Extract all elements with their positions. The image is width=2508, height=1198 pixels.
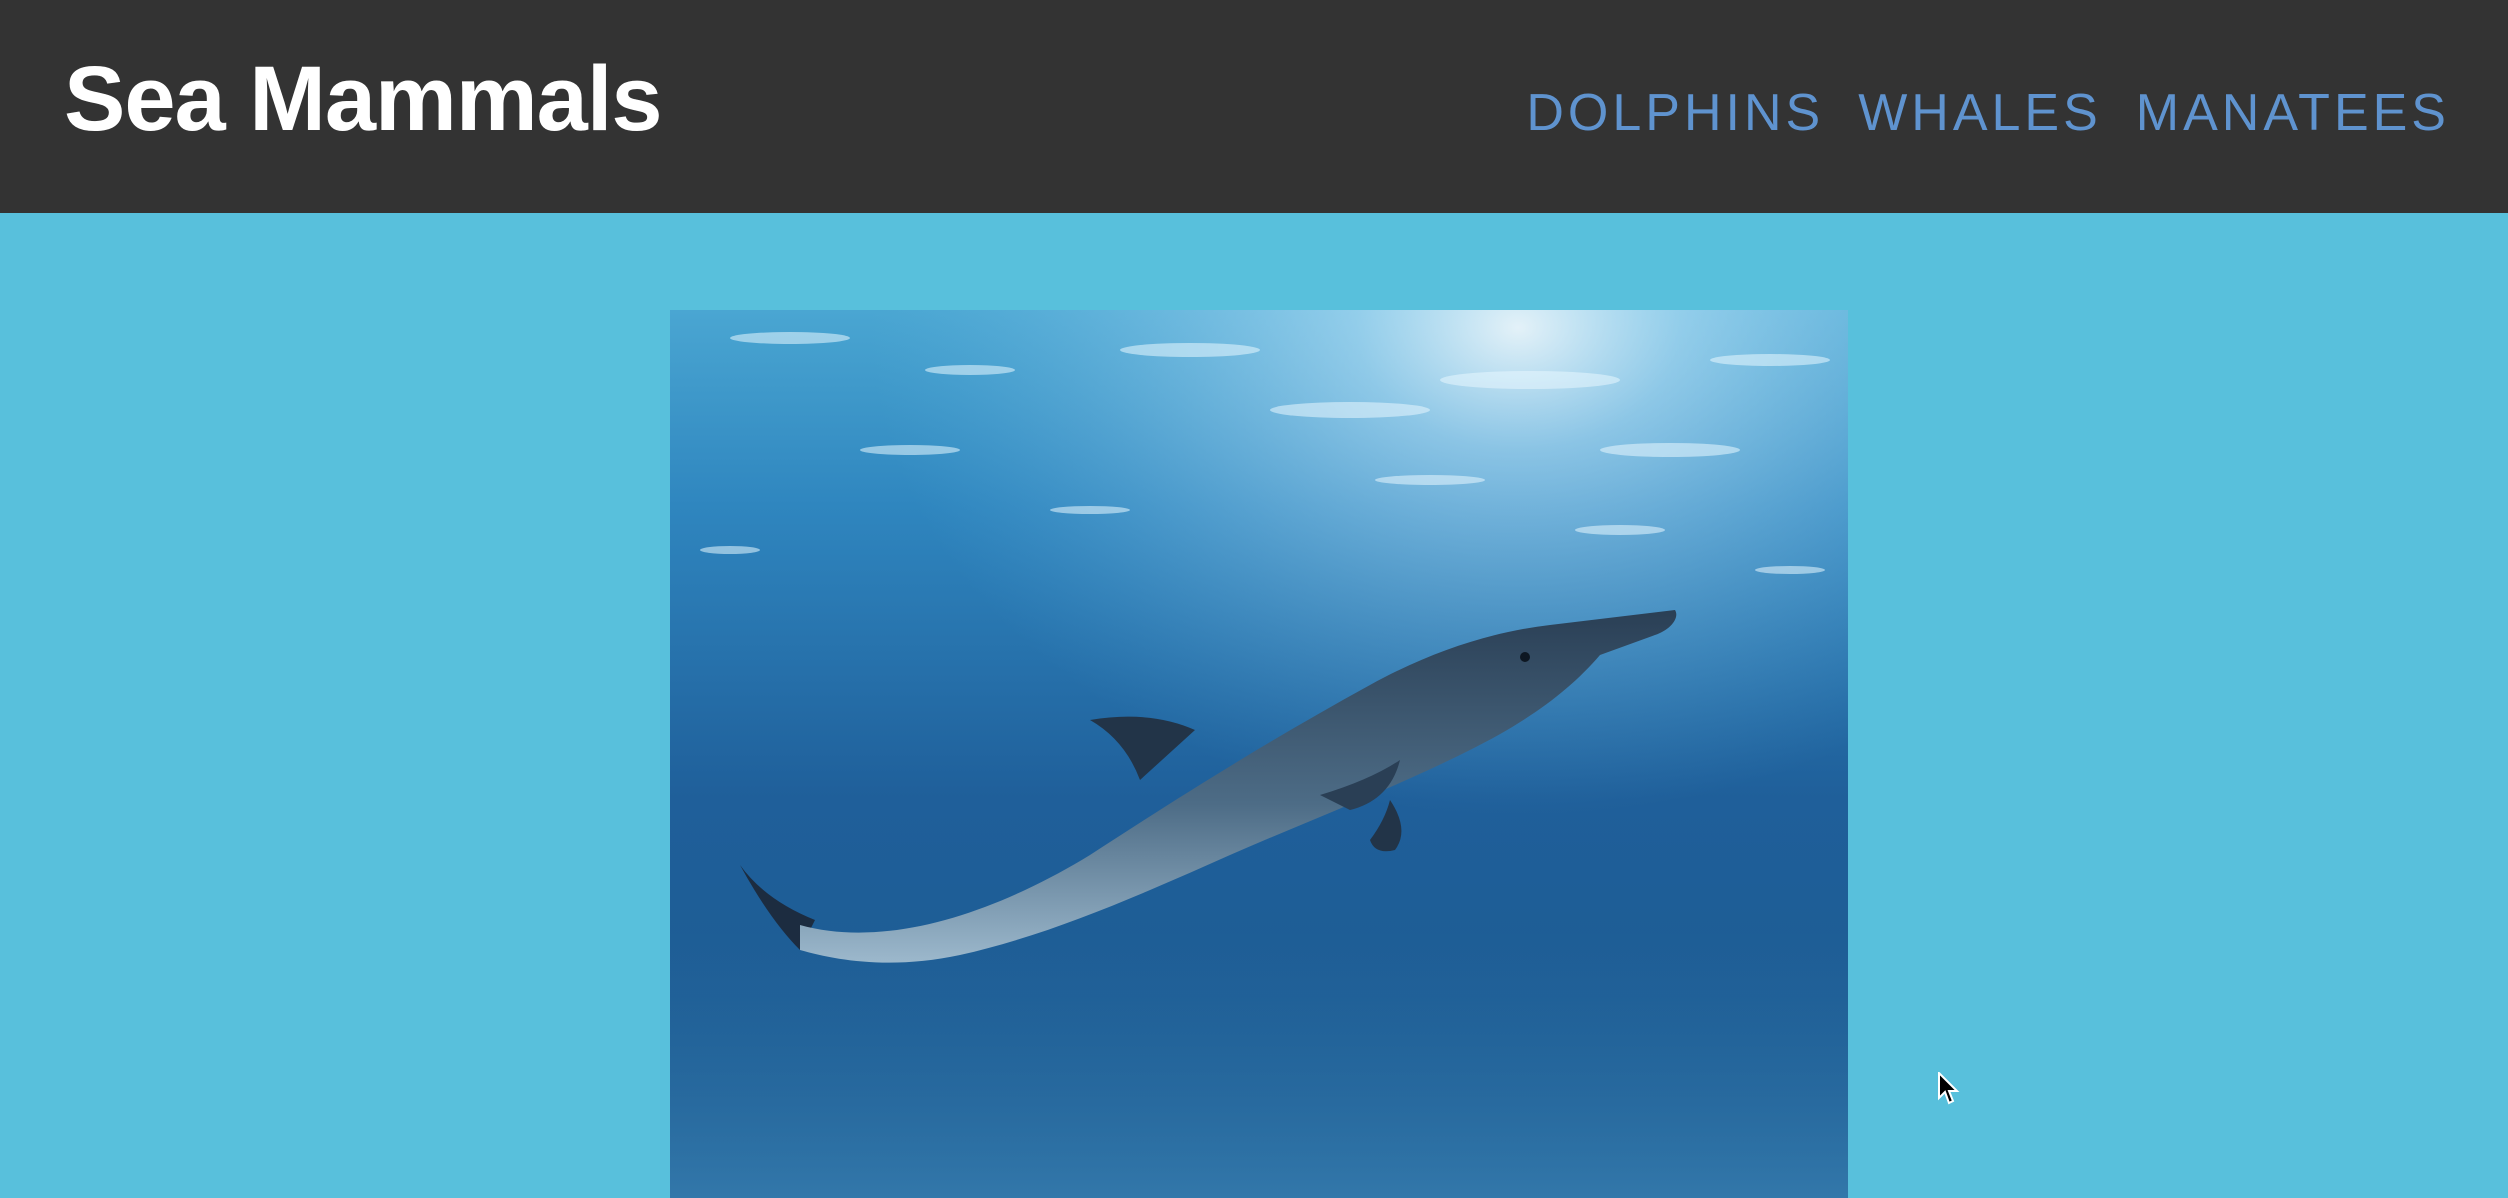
nav-link-manatees[interactable]: MANATEES (2136, 78, 2450, 148)
dolphin-photo (670, 310, 1848, 1198)
main-nav: DOLPHINS WHALES MANATEES (1526, 78, 2450, 148)
nav-link-dolphins[interactable]: DOLPHINS (1526, 78, 1824, 148)
site-title: Sea Mammals (64, 48, 663, 150)
main-content (0, 213, 2508, 1198)
site-header: Sea Mammals DOLPHINS WHALES MANATEES (0, 0, 2508, 213)
nav-link-whales[interactable]: WHALES (1858, 78, 2102, 148)
mouse-cursor-icon (1938, 1072, 1960, 1105)
